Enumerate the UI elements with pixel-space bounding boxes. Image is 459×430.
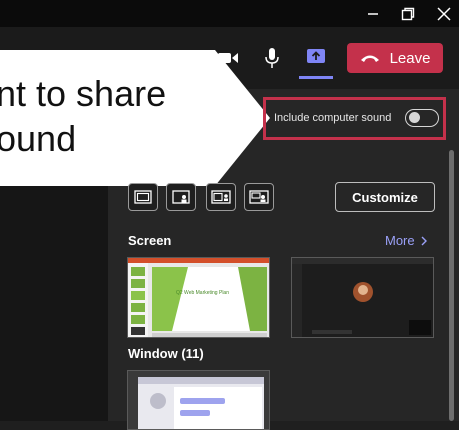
share-screen-icon <box>307 48 325 63</box>
layout-content-only-button[interactable] <box>128 183 158 211</box>
presentation-screen-preview <box>128 258 269 337</box>
more-label: More <box>385 233 415 248</box>
restore-button[interactable] <box>390 0 426 27</box>
layout-reporter-button[interactable] <box>244 183 274 211</box>
reporter-icon <box>249 190 269 204</box>
chevron-right-icon <box>421 236 427 245</box>
screen-thumbnail-1[interactable]: Q2 Web Marketing Plan <box>127 257 270 338</box>
meeting-screen-preview <box>292 258 433 337</box>
computer-sound-highlight: Include computer sound <box>263 97 446 140</box>
window-section-title: Window (11) <box>128 346 204 361</box>
customize-button[interactable]: Customize <box>335 182 435 212</box>
leave-button[interactable]: Leave <box>347 43 443 73</box>
layout-side-by-side-button[interactable] <box>206 183 236 211</box>
minimize-button[interactable] <box>355 0 391 27</box>
minimize-icon <box>368 12 378 15</box>
panel-scrollbar[interactable] <box>449 150 454 421</box>
close-icon <box>437 6 451 21</box>
screen-section-title: Screen <box>128 233 172 248</box>
standout-icon <box>172 190 190 204</box>
restore-icon <box>401 7 415 20</box>
window-thumbnail-1[interactable] <box>127 370 270 430</box>
toggle-knob <box>409 112 420 123</box>
layout-standout-button[interactable] <box>166 183 196 211</box>
slide-title: Q2 Web Marketing Plan <box>176 290 229 296</box>
callout-line-1: nt to share <box>0 73 167 114</box>
more-screens-link[interactable]: More <box>385 233 427 248</box>
side-by-side-icon <box>211 190 231 204</box>
computer-sound-label: Include computer sound <box>274 112 392 124</box>
share-content-button[interactable] <box>299 37 333 79</box>
content-only-icon <box>134 190 152 204</box>
callout-line-2: ound <box>0 118 77 159</box>
computer-sound-toggle[interactable] <box>405 109 439 127</box>
close-button[interactable] <box>426 0 459 27</box>
screen-thumbnail-2[interactable] <box>291 257 434 338</box>
leave-label: Leave <box>389 49 431 67</box>
phone-hangup-icon <box>360 55 379 62</box>
window-preview <box>138 377 264 429</box>
